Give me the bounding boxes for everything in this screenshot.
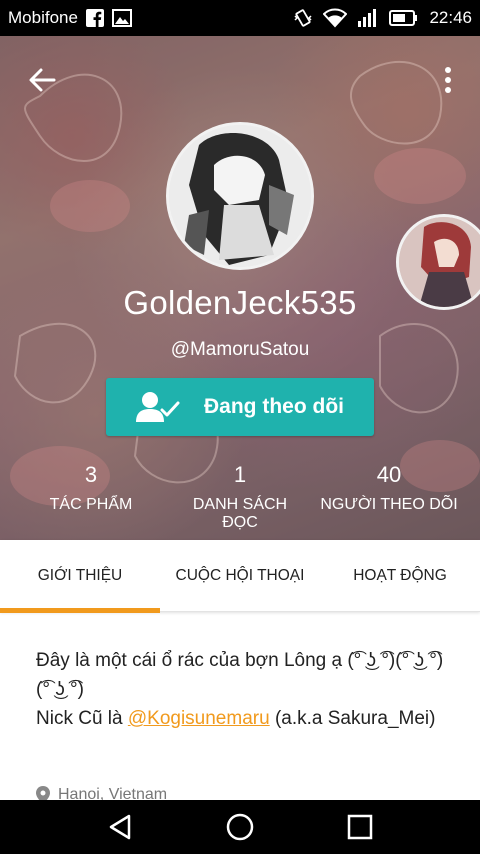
triangle-back-icon bbox=[109, 814, 131, 840]
system-nav-bar bbox=[0, 800, 480, 854]
stat-followers[interactable]: 40 NGƯỜI THEO DÕI bbox=[298, 462, 480, 532]
circle-home-icon bbox=[226, 813, 254, 841]
stat-reading-lists-value: 1 bbox=[233, 462, 247, 487]
stat-followers-value: 40 bbox=[376, 462, 402, 487]
nav-home-button[interactable] bbox=[220, 807, 260, 847]
signal-icon bbox=[357, 9, 379, 27]
back-button[interactable] bbox=[24, 62, 60, 98]
profile-tabs: GIỚI THIỆU CUỘC HỘI THOẠI HOẠT ĐỘNG bbox=[0, 540, 480, 613]
profile-handle: @MamoruSatou bbox=[170, 339, 310, 360]
stat-works-label: TÁC PHẨM bbox=[49, 496, 133, 513]
stat-works-value: 3 bbox=[84, 462, 98, 487]
tab-about[interactable]: GIỚI THIỆU bbox=[0, 540, 160, 613]
stat-reading-lists[interactable]: 1 DANH SÁCH ĐỌC bbox=[182, 462, 298, 532]
arrow-left-icon bbox=[29, 68, 56, 92]
profile-stats: 3 TÁC PHẨM 1 DANH SÁCH ĐỌC 40 NGƯỜI THEO… bbox=[0, 462, 480, 532]
mention-link[interactable]: @Kogisunemaru bbox=[128, 708, 270, 729]
following-button[interactable]: Đang theo dõi bbox=[106, 378, 374, 436]
profile-cover: GoldenJeck535 @MamoruSatou Đang theo dõi… bbox=[0, 36, 480, 540]
stat-followers-label: NGƯỜI THEO DÕI bbox=[320, 496, 458, 513]
about-text: Đây là một cái ổ rác của bợn Lông ạ (͡° … bbox=[36, 646, 446, 733]
profile-avatar[interactable] bbox=[166, 122, 314, 270]
stat-reading-lists-label: DANH SÁCH ĐỌC bbox=[192, 496, 288, 531]
status-bar: Mobifone 22:46 bbox=[0, 0, 480, 36]
screen: Mobifone 22:46 GoldenJeck535 @MamoruSato… bbox=[0, 0, 480, 854]
profile-display-name: GoldenJeck535 bbox=[123, 284, 357, 321]
about-line-1: Đây là một cái ổ rác của bợn Lông ạ (͡° … bbox=[36, 650, 444, 700]
more-options-button[interactable] bbox=[436, 62, 460, 98]
battery-icon bbox=[389, 9, 419, 27]
tab-conversations[interactable]: CUỘC HỘI THOẠI bbox=[160, 540, 320, 612]
wifi-icon bbox=[323, 8, 348, 28]
tab-activity[interactable]: HOẠT ĐỘNG bbox=[320, 540, 480, 612]
nav-recents-button[interactable] bbox=[340, 807, 380, 847]
vertical-dots-icon bbox=[445, 67, 451, 93]
user-check-icon bbox=[136, 392, 180, 422]
carrier-label: Mobifone bbox=[8, 8, 78, 27]
clock: 22:46 bbox=[429, 8, 472, 27]
stat-works[interactable]: 3 TÁC PHẨM bbox=[0, 462, 182, 532]
about-line-2-suffix: (a.k.a Sakura_Mei) bbox=[269, 708, 436, 729]
following-button-label: Đang theo dõi bbox=[204, 395, 344, 418]
square-recents-icon bbox=[347, 814, 373, 840]
facebook-icon bbox=[85, 9, 104, 27]
image-icon bbox=[111, 9, 132, 27]
vibrate-icon bbox=[293, 8, 313, 28]
about-line-2-prefix: Nick Cũ là bbox=[36, 708, 128, 729]
nav-back-button[interactable] bbox=[100, 807, 140, 847]
about-line-2: Nick Cũ là @Kogisunemaru (a.k.a Sakura_M… bbox=[36, 704, 446, 733]
